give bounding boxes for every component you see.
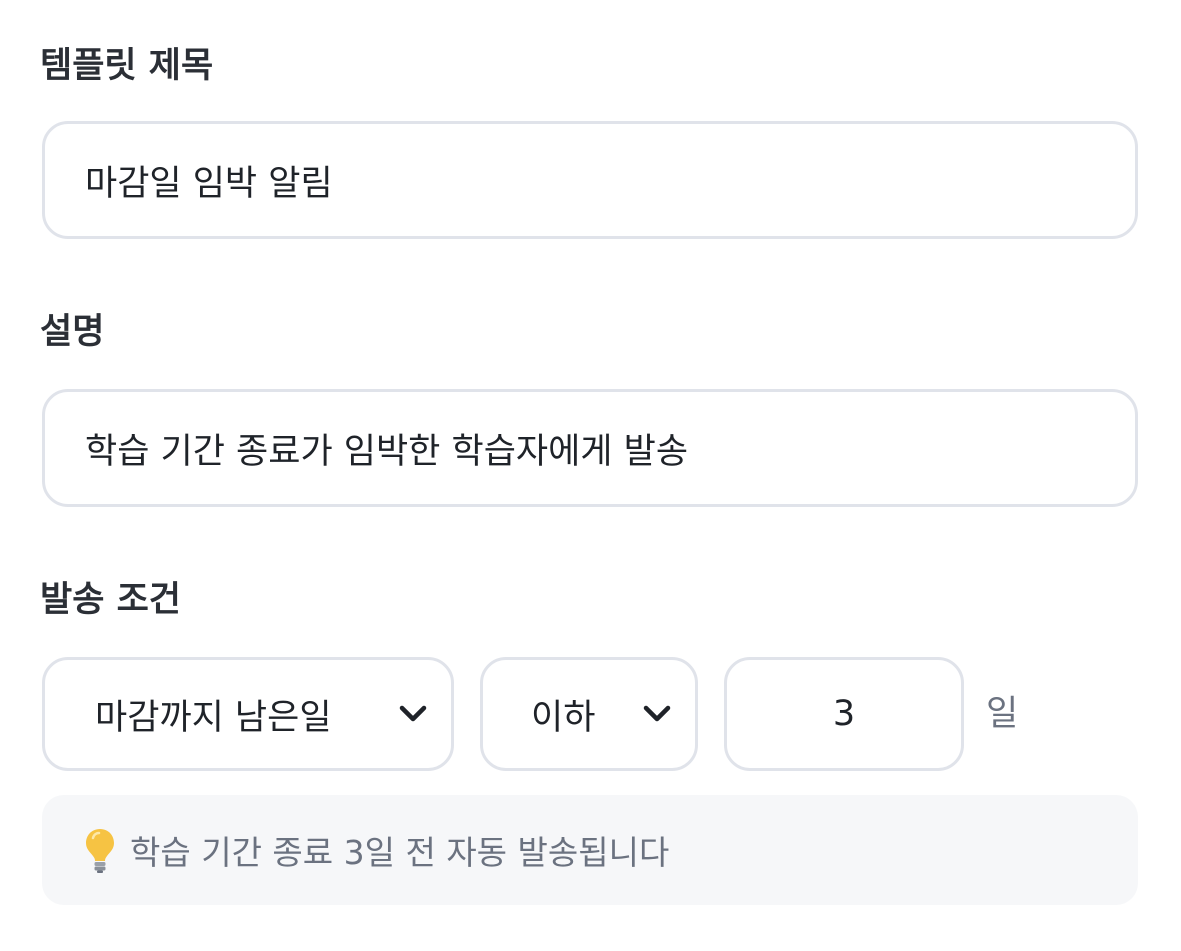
chevron-down-icon <box>399 705 427 722</box>
chevron-down-icon <box>643 705 671 722</box>
template-title-label: 템플릿 제목 <box>40 46 214 86</box>
condition-operator-select[interactable]: 이하 <box>480 657 698 771</box>
condition-hint-box: 학습 기간 종료 3일 전 자동 발송됩니다 <box>42 795 1138 905</box>
description-label: 설명 <box>40 312 105 352</box>
condition-unit-label: 일 <box>986 694 1019 734</box>
condition-number-input[interactable]: 3 <box>724 657 964 771</box>
template-title-input[interactable]: 마감일 임박 알림 <box>42 121 1138 239</box>
condition-operator-value: 이하 <box>531 697 596 738</box>
condition-number-value: 3 <box>832 694 856 734</box>
description-input[interactable]: 학습 기간 종료가 임박한 학습자에게 발송 <box>42 389 1138 507</box>
condition-hint-text: 학습 기간 종료 3일 전 자동 발송됩니다 <box>130 833 670 872</box>
send-condition-label: 발송 조건 <box>40 580 181 620</box>
template-title-value: 마감일 임박 알림 <box>85 163 333 204</box>
condition-field-select[interactable]: 마감까지 남은일 <box>42 657 454 771</box>
description-value: 학습 기간 종료가 임박한 학습자에게 발송 <box>85 431 689 472</box>
condition-field-value: 마감까지 남은일 <box>95 697 332 738</box>
lightbulb-icon <box>86 829 114 873</box>
